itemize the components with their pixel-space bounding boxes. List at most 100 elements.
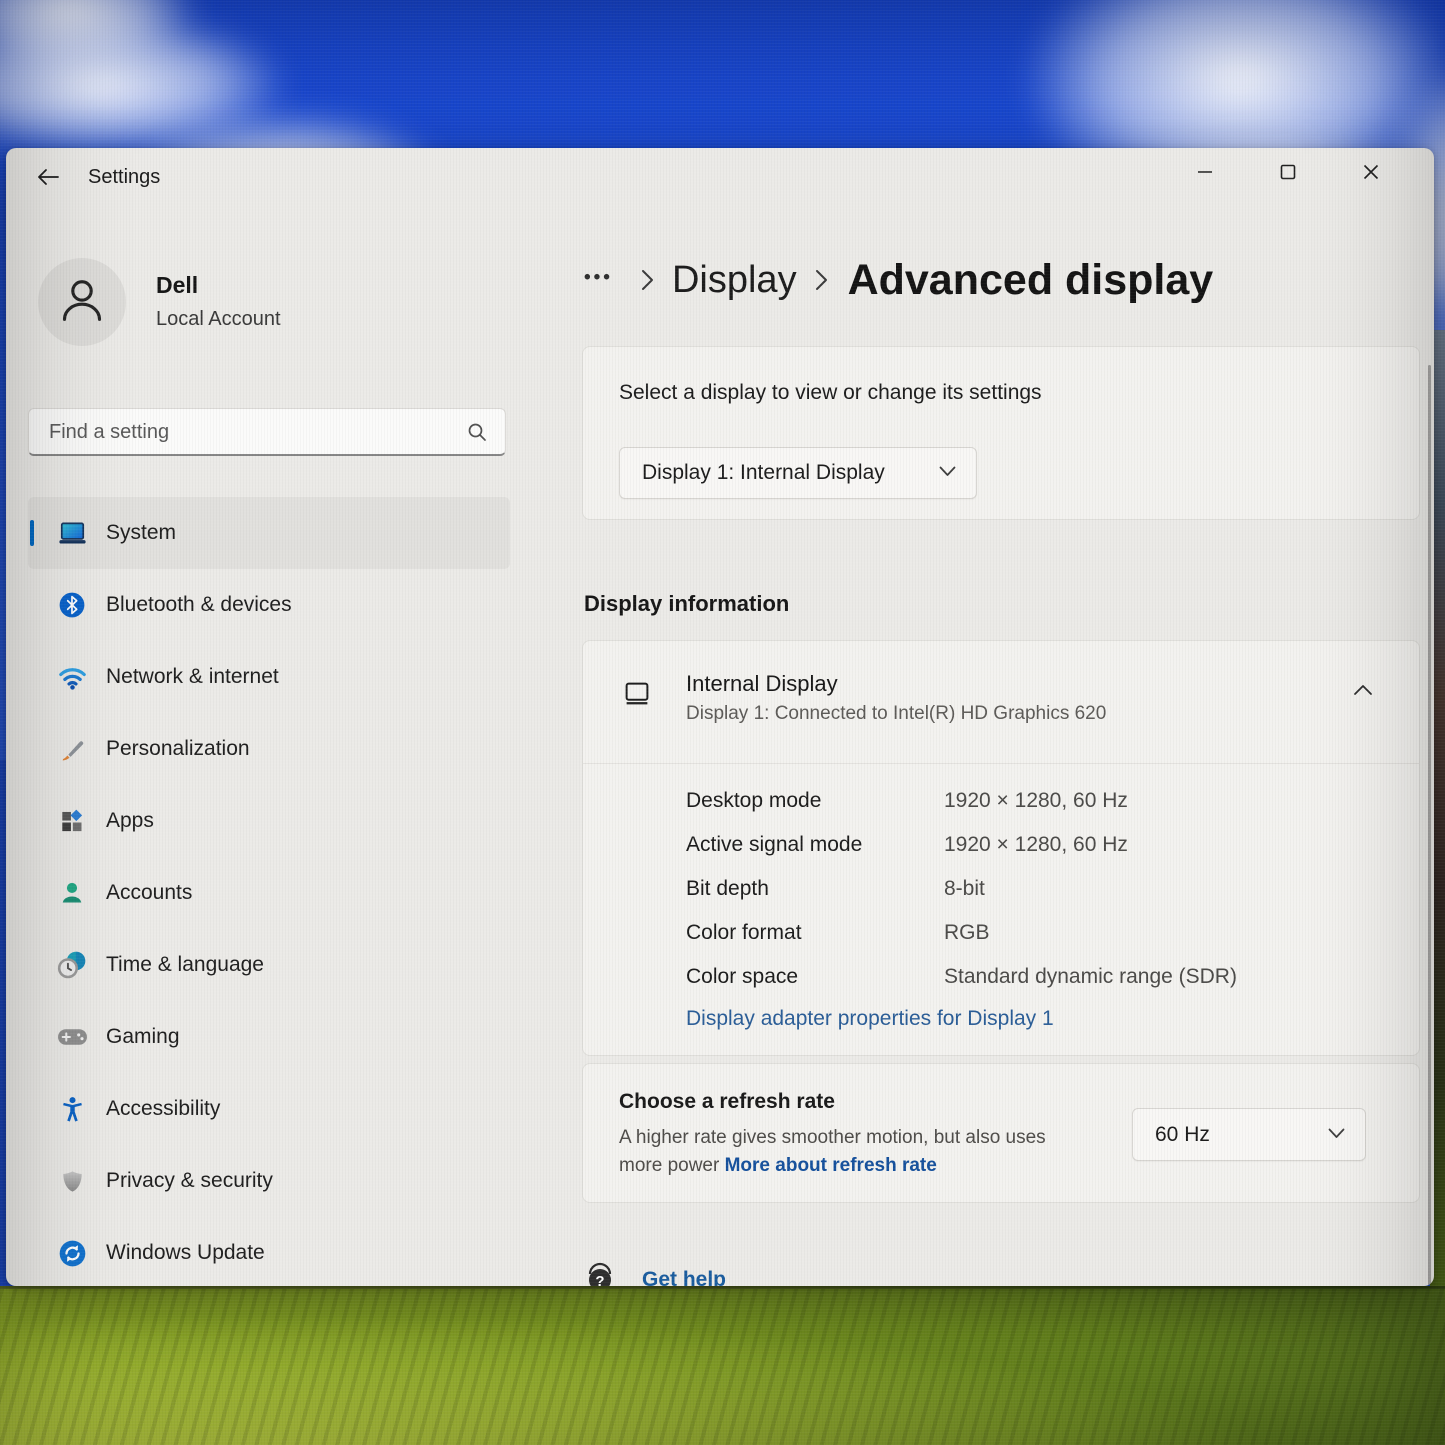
- spec-value: 8-bit: [944, 877, 985, 901]
- sidebar-item-network-internet[interactable]: Network & internet: [28, 641, 510, 713]
- select-display-heading: Select a display to view or change its s…: [619, 381, 1042, 405]
- sidebar-item-gaming[interactable]: Gaming: [28, 1001, 510, 1073]
- chevron-up-icon[interactable]: [1353, 683, 1373, 701]
- refresh-rate-title: Choose a refresh rate: [619, 1090, 835, 1114]
- vertical-scrollbar[interactable]: [1428, 365, 1431, 1286]
- monitor-icon: [619, 679, 655, 714]
- sidebar-item-time-language[interactable]: Time & language: [28, 929, 510, 1001]
- refresh-rate-dropdown[interactable]: 60 Hz: [1132, 1108, 1366, 1161]
- spec-row-bit-depth: Bit depth 8-bit: [686, 867, 1237, 911]
- personalization-icon: [56, 733, 88, 765]
- sidebar-item-label: Bluetooth & devices: [106, 593, 292, 617]
- spec-row-active-signal-mode: Active signal mode 1920 × 1280, 60 Hz: [686, 823, 1237, 867]
- maximize-icon: [1280, 164, 1296, 185]
- refresh-rate-description: A higher rate gives smoother motion, but…: [619, 1124, 1089, 1180]
- breadcrumb: ••• Display Advanced display: [580, 248, 1213, 312]
- display-specs: Desktop mode 1920 × 1280, 60 Hz Active s…: [686, 779, 1237, 999]
- selected-indicator: [30, 520, 34, 546]
- spec-label: Bit depth: [686, 877, 944, 901]
- get-help-label: Get help: [642, 1268, 726, 1287]
- breadcrumb-overflow-button[interactable]: •••: [580, 261, 623, 299]
- sidebar-item-label: Network & internet: [106, 665, 279, 689]
- sidebar-item-label: Personalization: [106, 737, 250, 761]
- chevron-down-icon: [1328, 1126, 1345, 1144]
- spec-value: RGB: [944, 921, 990, 945]
- search-icon: [467, 422, 487, 447]
- breadcrumb-display[interactable]: Display: [672, 259, 797, 302]
- chevron-right-icon: [641, 269, 654, 291]
- sidebar-item-label: Apps: [106, 809, 154, 833]
- chevron-right-icon: [815, 269, 828, 291]
- minimize-icon: [1197, 164, 1213, 185]
- minimize-button[interactable]: [1182, 154, 1228, 194]
- display-select-dropdown[interactable]: Display 1: Internal Display: [619, 447, 977, 499]
- divider: [583, 763, 1419, 764]
- person-icon: [53, 271, 111, 334]
- page-title: Advanced display: [848, 256, 1214, 305]
- apps-icon: [56, 805, 88, 837]
- spec-value: Standard dynamic range (SDR): [944, 965, 1237, 989]
- sidebar-item-label: Time & language: [106, 953, 264, 977]
- close-button[interactable]: [1348, 154, 1394, 194]
- search-input[interactable]: [49, 413, 449, 451]
- sidebar-item-label: Gaming: [106, 1025, 180, 1049]
- refresh-rate-value: 60 Hz: [1155, 1123, 1210, 1147]
- display-information-card: Internal Display Display 1: Connected to…: [582, 640, 1420, 1056]
- refresh-rate-card: Choose a refresh rate A higher rate give…: [582, 1063, 1420, 1203]
- spec-value: 1920 × 1280, 60 Hz: [944, 833, 1128, 857]
- back-arrow-icon: [37, 168, 59, 191]
- sidebar-item-label: System: [106, 521, 176, 545]
- select-display-card: Select a display to view or change its s…: [582, 346, 1420, 520]
- sidebar-item-accessibility[interactable]: Accessibility: [28, 1073, 510, 1145]
- sidebar-item-label: Accounts: [106, 881, 192, 905]
- sidebar-item-bluetooth-devices[interactable]: Bluetooth & devices: [28, 569, 510, 641]
- sidebar-item-label: Windows Update: [106, 1241, 265, 1265]
- chevron-down-icon: [939, 464, 956, 482]
- account-type: Local Account: [156, 308, 281, 331]
- account-name: Dell: [156, 272, 198, 299]
- sidebar-item-label: Accessibility: [106, 1097, 220, 1121]
- sidebar-item-windows-update[interactable]: Windows Update: [28, 1217, 510, 1286]
- more-about-refresh-rate-link[interactable]: More about refresh rate: [725, 1155, 937, 1176]
- gaming-icon: [56, 1021, 88, 1053]
- spec-row-color-format: Color format RGB: [686, 911, 1237, 955]
- display-information-heading: Display information: [584, 591, 789, 617]
- accessibility-icon: [56, 1093, 88, 1125]
- spec-row-desktop-mode: Desktop mode 1920 × 1280, 60 Hz: [686, 779, 1237, 823]
- search-box[interactable]: [28, 408, 506, 456]
- spec-label: Active signal mode: [686, 833, 944, 857]
- wallpaper-grass: [0, 1286, 1445, 1445]
- display-select-value: Display 1: Internal Display: [642, 461, 885, 485]
- sidebar-item-personalization[interactable]: Personalization: [28, 713, 510, 785]
- spec-label: Desktop mode: [686, 789, 944, 813]
- windows-update-icon: [56, 1237, 88, 1269]
- system-icon: [56, 517, 88, 549]
- spec-label: Color space: [686, 965, 944, 989]
- sidebar-item-privacy-security[interactable]: Privacy & security: [28, 1145, 510, 1217]
- titlebar: Settings: [6, 148, 1434, 206]
- window-title: Settings: [88, 166, 160, 189]
- settings-window: Settings Dell Local Account System: [6, 148, 1434, 1286]
- internal-display-subtitle: Display 1: Connected to Intel(R) HD Grap…: [686, 703, 1106, 725]
- close-icon: [1363, 164, 1379, 185]
- sidebar: System Bluetooth & devices Network & int…: [28, 497, 510, 1286]
- sidebar-item-apps[interactable]: Apps: [28, 785, 510, 857]
- network-icon: [56, 661, 88, 693]
- sidebar-item-accounts[interactable]: Accounts: [28, 857, 510, 929]
- maximize-button[interactable]: [1265, 154, 1311, 194]
- spec-label: Color format: [686, 921, 944, 945]
- svg-text:?: ?: [595, 1273, 604, 1286]
- back-button[interactable]: [26, 160, 70, 198]
- avatar[interactable]: [38, 258, 126, 346]
- time-language-icon: [56, 949, 88, 981]
- spec-value: 1920 × 1280, 60 Hz: [944, 789, 1128, 813]
- bluetooth-icon: [56, 589, 88, 621]
- sidebar-item-label: Privacy & security: [106, 1169, 273, 1193]
- sidebar-item-system[interactable]: System: [28, 497, 510, 569]
- help-icon: ?: [584, 1260, 616, 1286]
- spec-row-color-space: Color space Standard dynamic range (SDR): [686, 955, 1237, 999]
- get-help-link[interactable]: ? Get help: [584, 1260, 726, 1286]
- display-adapter-properties-link[interactable]: Display adapter properties for Display 1: [686, 1007, 1054, 1031]
- privacy-security-icon: [56, 1165, 88, 1197]
- internal-display-title: Internal Display: [686, 671, 838, 697]
